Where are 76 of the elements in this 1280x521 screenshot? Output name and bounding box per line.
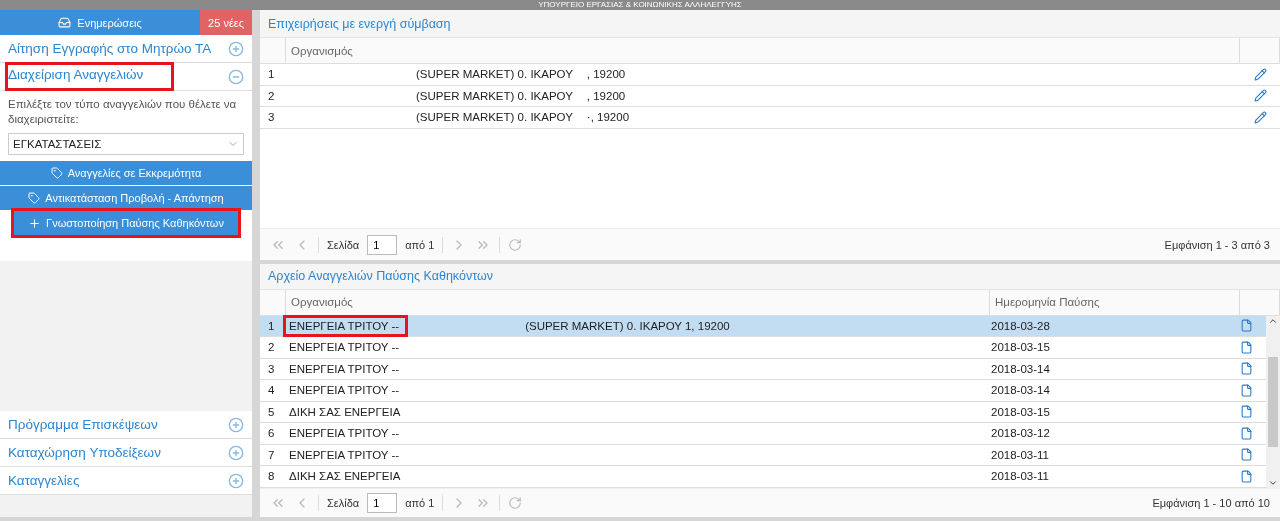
table-row[interactable]: 1 ΕΝΕΡΓΕΙΑ ΤΡΙΤΟΥ -- (SUPER MARKET) 0. ΙΚΑΡΟΥ 1, 19200 2018-03-28 <box>260 315 1266 338</box>
edit-icon[interactable] <box>1253 67 1267 81</box>
document-icon[interactable] <box>1239 469 1253 483</box>
table-cell-text: ΕΝΕΡΓΕΙΑ ΤΡΙΤΟΥ -- <box>288 361 401 377</box>
table-cell-text: 2018-03-15 <box>990 341 1051 354</box>
table-cell: ·, 19200 <box>586 111 630 124</box>
document-icon[interactable] <box>1239 383 1253 397</box>
row-number: 6 <box>267 427 276 440</box>
page-label: Σελίδα <box>327 496 360 509</box>
table-cell: , 19200 <box>586 89 626 102</box>
row-number: 8 <box>267 470 276 483</box>
refresh-icon[interactable] <box>508 237 523 252</box>
collapse-icon[interactable] <box>228 68 244 85</box>
paging-summary: Εμφάνιση 1 - 3 από 3 <box>1164 238 1270 251</box>
panel-title: Επιχειρήσεις με ενεργή σύμβαση <box>260 10 1280 38</box>
table-cell: (SUPER MARKET) 0. ΙΚΑΡΟΥ 1, 19200 <box>525 319 730 332</box>
document-icon[interactable] <box>1239 319 1253 333</box>
page-count: από 1 <box>405 496 435 509</box>
expand-icon[interactable] <box>228 472 244 489</box>
table-cell-text: 2018-03-28 <box>990 319 1051 332</box>
row-number: 3 <box>267 111 276 124</box>
document-icon[interactable] <box>1239 405 1253 419</box>
page-input[interactable]: 1 <box>367 492 398 513</box>
document-icon[interactable] <box>1239 426 1253 440</box>
page-input[interactable]: 1 <box>367 234 398 255</box>
table-cell-text: ΕΝΕΡΓΕΙΑ ΤΡΙΤΟΥ -- <box>288 383 401 399</box>
scrollbar[interactable] <box>1266 315 1280 488</box>
type-select[interactable]: ΕΓΚΑΤΑΣΤΑΣΕΙΣ <box>8 133 244 155</box>
row-number: 7 <box>267 448 276 461</box>
table-cell-text: ΕΝΕΡΓΕΙΑ ΤΡΙΤΟΥ -- <box>288 426 401 442</box>
table-cell-text: 2018-03-15 <box>990 405 1051 418</box>
table-cell-text: 2018-03-11 <box>990 448 1050 461</box>
table-cell-text: ΔΙΚΗ ΣΑΣ ΕΝΕΡΓΕΙΑ <box>288 404 402 420</box>
expand-icon[interactable] <box>228 444 244 461</box>
paging-summary: Εμφάνιση 1 - 10 από 10 <box>1152 496 1270 509</box>
row-number: 4 <box>267 384 276 397</box>
table-cell: (SUPER MARKET) 0. ΙΚΑΡΟΥ <box>416 111 573 124</box>
table-cell: (SUPER MARKET) 0. ΙΚΑΡΟΥ <box>416 68 573 81</box>
table-cell-text: ΔΙΚΗ ΣΑΣ ΕΝΕΡΓΕΙΑ <box>288 469 402 485</box>
table-cell: ΕΝΕΡΓΕΙΑ ΤΡΙΤΟΥ -- <box>286 317 406 334</box>
column-header: Ημερομηνία Παύσης <box>990 289 1240 315</box>
column-header: Οργανισμός <box>286 38 1240 63</box>
tag-icon <box>28 192 41 204</box>
table-cell-text: 2018-03-11 <box>990 470 1050 483</box>
document-icon[interactable] <box>1239 340 1253 354</box>
row-number: 2 <box>267 341 276 354</box>
panel-title: Αρχείο Αναγγελιών Παύσης Καθηκόντων <box>260 264 1280 290</box>
table-cell: , 19200 <box>586 68 626 81</box>
tag-icon <box>50 167 63 179</box>
inbox-icon <box>58 16 72 29</box>
edit-icon[interactable] <box>1253 110 1267 124</box>
table-cell: (SUPER MARKET) 0. ΙΚΑΡΟΥ <box>416 89 573 102</box>
type-prompt: Επιλέξτε τον τύπο αναγγελιών που θέλετε να διαχειριστείτε: <box>8 97 238 127</box>
new-count-badge: 25 νέες <box>200 10 252 35</box>
page-count: από 1 <box>405 238 435 251</box>
page-label: Σελίδα <box>327 238 360 251</box>
document-icon[interactable] <box>1239 448 1253 462</box>
table-cell-text: ΕΝΕΡΓΕΙΑ ΤΡΙΤΟΥ -- <box>288 340 401 356</box>
document-icon[interactable] <box>1239 362 1253 376</box>
refresh-icon[interactable] <box>508 495 523 510</box>
expand-icon[interactable] <box>228 40 244 57</box>
row-number: 1 <box>267 68 276 81</box>
row-number: 1 <box>267 319 276 332</box>
row-number: 5 <box>267 405 276 418</box>
table-cell-text: 2018-03-12 <box>990 427 1051 440</box>
table-cell-text: ΕΝΕΡΓΕΙΑ ΤΡΙΤΟΥ -- <box>288 447 401 463</box>
section-link[interactable]: Καταγγελίες <box>8 473 80 488</box>
table-cell-text: 2018-03-14 <box>990 362 1051 375</box>
row-number: 2 <box>267 89 276 102</box>
ministry-title: ΥΠΟΥΡΓΕΙΟ ΕΡΓΑΣΙΑΣ & ΚΟΙΝΩΝΙΚΗΣ ΑΛΛΗΛΕΓΓΥΗΣ <box>538 0 742 10</box>
edit-icon[interactable] <box>1253 89 1267 103</box>
expand-icon[interactable] <box>228 416 244 433</box>
table-cell-text: 2018-03-14 <box>990 384 1051 397</box>
plus-icon <box>28 216 42 230</box>
row-number: 3 <box>267 362 276 375</box>
column-header: Οργανισμός <box>286 289 990 315</box>
